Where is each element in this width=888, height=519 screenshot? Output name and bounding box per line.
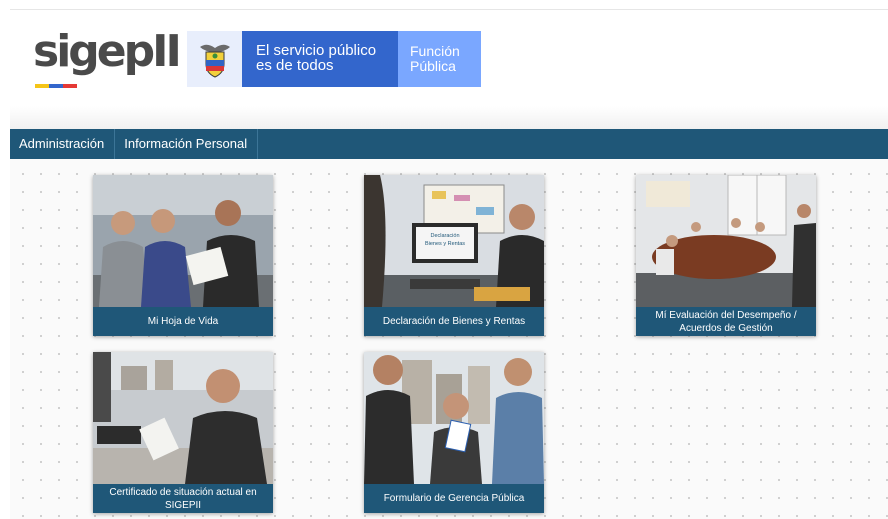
funcion-publica-line1: Función	[410, 43, 460, 59]
gov-slogan: El servicio público es de todos	[242, 31, 398, 87]
tile-formulario-gerencia[interactable]: Formulario de Gerencia Pública	[364, 352, 544, 513]
tile-photo-evaluacion	[636, 175, 816, 307]
colombia-seal-icon	[187, 31, 242, 87]
tile-caption: Certificado de situación actual en SIGEP…	[93, 484, 273, 513]
funcion-publica-label: Función Pública	[398, 31, 481, 87]
logo-stripe-yellow	[35, 84, 49, 88]
logo-stripe-blue	[49, 84, 63, 88]
tile-photo-hoja-de-vida	[93, 175, 273, 307]
gov-banner: El servicio público es de todos Función …	[187, 31, 481, 87]
tile-evaluacion-desempeno[interactable]: Mí Evaluación del Desempeño / Acuerdos d…	[636, 175, 816, 336]
monitor-sign-line1: Declaración	[430, 233, 459, 239]
nav-item-informacion-personal[interactable]: Información Personal	[115, 129, 259, 159]
funcion-publica-line2: Pública	[410, 58, 456, 74]
sigep-logo: sigepII	[33, 26, 182, 88]
header-shadow	[10, 106, 888, 130]
tile-declaracion-bienes[interactable]: Declaración Bienes y Rentas Declaración …	[364, 175, 544, 336]
tile-photo-declaracion: Declaración Bienes y Rentas	[364, 175, 544, 307]
tile-photo-gerencia	[364, 352, 544, 484]
tile-hoja-de-vida[interactable]: Mi Hoja de Vida	[93, 175, 273, 336]
tile-caption: Mi Hoja de Vida	[93, 307, 273, 336]
logo-stripe-red	[63, 84, 77, 88]
tile-photo-certificado	[93, 352, 273, 484]
gov-slogan-line1: El servicio público	[256, 42, 377, 59]
tile-caption: Formulario de Gerencia Pública	[364, 484, 544, 513]
gov-slogan-line2: es de todos	[256, 57, 334, 74]
monitor-sign-line2: Bienes y Rentas	[425, 241, 465, 247]
main-nav: Administración Información Personal	[10, 129, 888, 159]
top-divider	[10, 9, 888, 10]
nav-item-administracion[interactable]: Administración	[10, 129, 116, 159]
tile-caption: Declaración de Bienes y Rentas	[364, 307, 544, 336]
tile-caption: Mí Evaluación del Desempeño / Acuerdos d…	[636, 307, 816, 336]
sigep-logo-text: sigepII	[33, 26, 182, 77]
tile-certificado-situacion[interactable]: Certificado de situación actual en SIGEP…	[93, 352, 273, 513]
